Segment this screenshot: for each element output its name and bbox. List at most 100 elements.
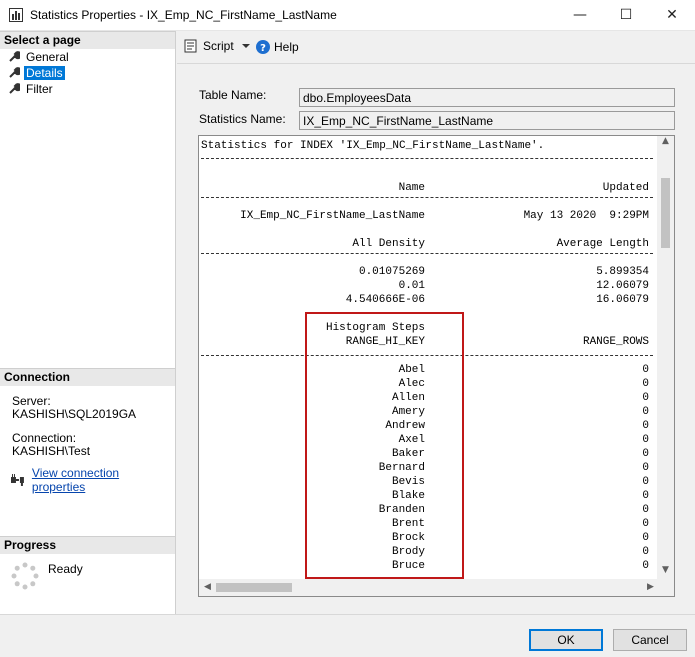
vertical-scroll-thumb[interactable] — [661, 178, 670, 248]
density-cell: 0.01 — [398, 280, 425, 292]
range-rows-cell: 0 — [642, 518, 649, 530]
length-cell: 5.899354 — [596, 266, 649, 278]
range-rows-cell: 0 — [642, 406, 649, 418]
histogram-title: Histogram Steps — [325, 322, 425, 334]
column-header-all-density: All Density — [352, 238, 425, 250]
range-rows-cell: 0 — [642, 546, 649, 558]
separator — [201, 197, 653, 198]
range-hi-key-cell: Amery — [391, 406, 425, 418]
range-hi-key-cell: Blake — [391, 490, 425, 502]
ok-button[interactable]: OK — [529, 629, 603, 651]
progress-status: Ready — [48, 562, 83, 576]
range-rows-cell: 0 — [642, 476, 649, 488]
range-rows-cell: 0 — [642, 532, 649, 544]
length-cell: 12.06079 — [596, 280, 649, 292]
separator — [201, 355, 653, 356]
range-rows-cell: 0 — [642, 560, 649, 572]
script-icon — [184, 39, 197, 53]
help-button[interactable]: ? Help — [255, 39, 299, 55]
column-header-range-rows: RANGE_ROWS — [582, 336, 649, 348]
range-hi-key-cell: Axel — [398, 434, 425, 446]
page-item-label: Filter — [26, 82, 53, 96]
connection-value: KASHISH\Test — [12, 444, 91, 458]
help-icon: ? — [256, 40, 270, 54]
connection-label: Connection: — [12, 431, 77, 445]
range-rows-cell: 0 — [642, 448, 649, 460]
server-label: Server: — [12, 394, 51, 408]
minimize-button[interactable]: — — [557, 0, 603, 30]
server-value: KASHISH\SQL2019GA — [12, 407, 137, 421]
help-label: Help — [274, 40, 299, 54]
scroll-down-icon[interactable]: ▼ — [657, 565, 674, 579]
column-header-range-hi-key: RANGE_HI_KEY — [345, 336, 425, 348]
window-title: Statistics Properties - IX_Emp_NC_FirstN… — [30, 8, 337, 22]
range-hi-key-cell: Bevis — [391, 476, 425, 488]
statistics-name-field[interactable]: IX_Emp_NC_FirstName_LastName — [299, 111, 675, 130]
wrench-icon — [9, 67, 20, 78]
svg-text:?: ? — [260, 43, 266, 54]
title-bar: Statistics Properties - IX_Emp_NC_FirstN… — [0, 0, 695, 31]
range-hi-key-cell: Branden — [378, 504, 425, 516]
horizontal-scroll-thumb[interactable] — [216, 583, 292, 592]
page-item-label: General — [26, 50, 69, 64]
range-hi-key-cell: Abel — [398, 364, 425, 376]
range-hi-key-cell: Bruce — [391, 560, 425, 572]
page-item-label: Details — [24, 66, 65, 80]
chevron-down-icon[interactable] — [241, 42, 251, 50]
page-item-general[interactable]: General — [8, 49, 71, 65]
range-hi-key-cell: Alec — [398, 378, 425, 390]
connection-header: Connection — [0, 368, 175, 386]
range-rows-cell: 0 — [642, 434, 649, 446]
wrench-icon — [9, 83, 20, 94]
select-page-header: Select a page — [0, 31, 175, 49]
range-rows-cell: 0 — [642, 420, 649, 432]
column-header-updated: Updated — [602, 182, 649, 194]
view-connection-properties-label: View connection properties — [31, 466, 120, 494]
separator — [201, 253, 653, 254]
bar-chart-icon — [9, 8, 23, 22]
range-hi-key-cell: Andrew — [385, 420, 425, 432]
statistics-updated-cell: May 13 2020 9:29PM — [523, 210, 649, 222]
range-hi-key-cell: Baker — [391, 448, 425, 460]
statistics-name-label: Statistics Name: — [199, 112, 286, 126]
toolbar: Script ? Help — [177, 31, 695, 64]
density-cell: 4.540666E-06 — [345, 294, 425, 306]
page-item-filter[interactable]: Filter — [8, 81, 55, 97]
left-pane: Select a page General Details Filter Con… — [0, 31, 176, 614]
page-item-details[interactable]: Details — [8, 65, 65, 81]
table-name-label: Table Name: — [199, 88, 267, 102]
table-name-field[interactable]: dbo.EmployeesData — [299, 88, 675, 107]
wrench-icon — [9, 51, 20, 62]
scroll-left-icon[interactable]: ◀ — [199, 579, 216, 596]
progress-spinner-icon — [11, 562, 39, 590]
separator — [201, 158, 653, 159]
close-button[interactable]: ✕ — [649, 0, 695, 30]
connection-plug-icon — [10, 474, 24, 486]
vertical-scrollbar[interactable]: ▲ ▼ — [657, 136, 674, 579]
range-hi-key-cell: Brock — [391, 532, 425, 544]
statistics-details-output[interactable]: Statistics for INDEX 'IX_Emp_NC_FirstNam… — [198, 135, 675, 597]
statistics-name-cell: IX_Emp_NC_FirstName_LastName — [240, 210, 425, 222]
maximize-button[interactable]: ☐ — [603, 0, 649, 30]
range-rows-cell: 0 — [642, 490, 649, 502]
scrollbar-corner — [657, 579, 674, 596]
range-hi-key-cell: Bernard — [378, 462, 425, 474]
range-hi-key-cell: Brody — [391, 546, 425, 558]
range-rows-cell: 0 — [642, 392, 649, 404]
horizontal-scrollbar[interactable]: ◀ ▶ — [199, 579, 659, 596]
script-label: Script — [203, 39, 234, 53]
range-rows-cell: 0 — [642, 364, 649, 376]
column-header-name: Name — [398, 182, 425, 194]
dialog-button-bar: OK Cancel — [0, 614, 695, 657]
range-hi-key-cell: Allen — [391, 392, 425, 404]
view-connection-properties-link[interactable]: View connection properties — [10, 466, 175, 494]
cancel-button[interactable]: Cancel — [613, 629, 687, 651]
statistics-heading: Statistics for INDEX 'IX_Emp_NC_FirstNam… — [201, 140, 545, 152]
progress-header: Progress — [0, 536, 175, 554]
density-cell: 0.01075269 — [358, 266, 425, 278]
length-cell: 16.06079 — [596, 294, 649, 306]
range-rows-cell: 0 — [642, 462, 649, 474]
range-hi-key-cell: Brent — [391, 518, 425, 530]
scroll-up-icon[interactable]: ▲ — [657, 136, 674, 150]
script-button[interactable]: Script — [183, 39, 251, 53]
